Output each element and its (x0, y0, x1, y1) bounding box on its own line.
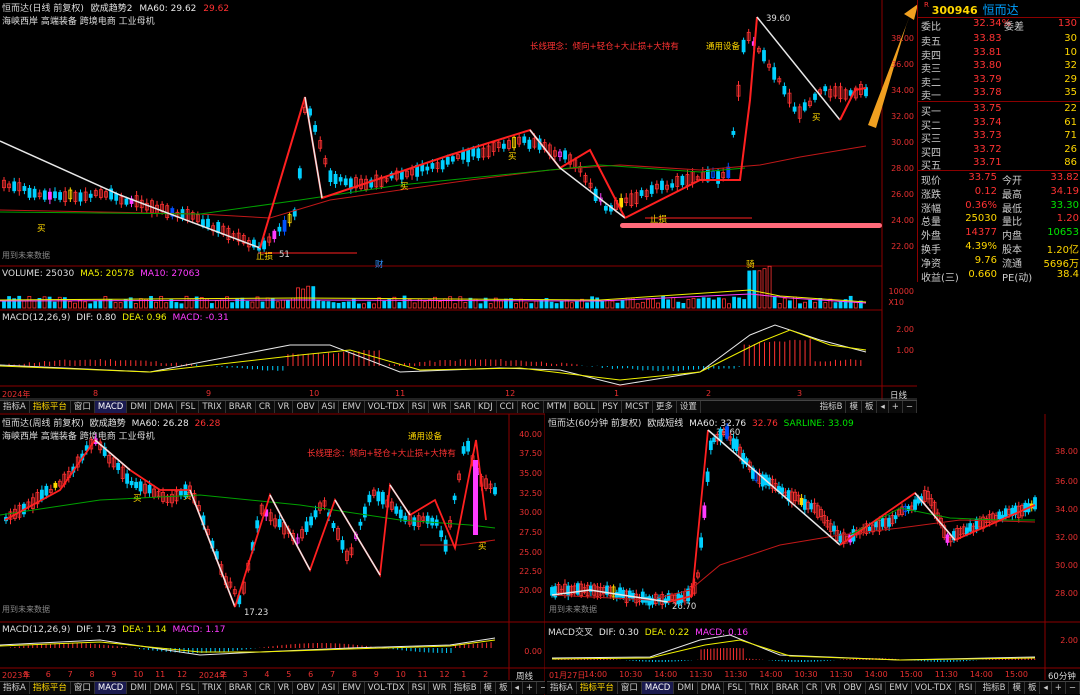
candle (734, 439, 739, 451)
min60-chart-canvas[interactable] (0, 0, 1080, 695)
candle (965, 527, 969, 535)
candle (712, 437, 716, 443)
candle (1003, 508, 1008, 517)
toolbar-tab[interactable]: RSI (956, 682, 977, 694)
toolbar-ctl-icon[interactable]: − (1066, 682, 1080, 694)
toolbar-tab[interactable]: 指标平台 (577, 682, 618, 694)
toolbar-tab[interactable]: FSL (724, 682, 747, 694)
toolbar-tab[interactable]: CR (803, 682, 822, 694)
toolbar-ctl-icon[interactable]: + (1052, 682, 1066, 694)
candle (647, 596, 652, 606)
candle (874, 521, 879, 528)
x-tick: 10:30 (619, 670, 643, 679)
trend-line (707, 429, 841, 546)
candle (705, 471, 710, 482)
min60-dea-label: DEA: 0.22 (644, 628, 690, 638)
candle (566, 585, 571, 597)
candle (887, 517, 892, 527)
x-tick: 01月27日 (549, 671, 586, 680)
toolbar-right-item[interactable]: 模 (1009, 682, 1025, 694)
trend-line (914, 492, 956, 541)
toolbar-tab[interactable]: DMA (698, 682, 725, 694)
candle (893, 515, 898, 520)
min60-y-tick: 38.00 (1055, 447, 1078, 456)
candle (802, 499, 807, 510)
candle (708, 440, 713, 451)
x-tick: 10:30 (794, 670, 818, 679)
candle (832, 525, 836, 532)
toolbar-tab[interactable]: BRAR (773, 682, 803, 694)
toolbar-tab[interactable]: TRIX (746, 682, 773, 694)
x-tick: 15:00 (899, 670, 923, 679)
candle (731, 438, 736, 449)
min60-indicator-toolbar: 指标A 指标平台 窗口 MACD DMI DMA FSL TRIX BRAR CR VR OBV ASI… (547, 681, 1080, 694)
x-tick: 11:30 (829, 670, 853, 679)
toolbar-right-item[interactable]: 板 (1025, 682, 1041, 694)
candle (640, 591, 645, 603)
min60-macd-tick: 2.00 (1060, 636, 1078, 645)
candle (1033, 497, 1037, 510)
min60-y-tick: 30.00 (1055, 561, 1078, 570)
toolbar-tab[interactable]: DMI (674, 682, 698, 694)
trend-line (667, 429, 709, 603)
candle (621, 589, 626, 599)
x-tick: 14:00 (654, 670, 678, 679)
x-tick: 14:00 (969, 670, 993, 679)
candle (550, 587, 554, 596)
toolbar-tab[interactable]: MACD (641, 682, 675, 694)
x-tick: 14:00 (584, 670, 608, 679)
min60-macd-label: MACD: 0.16 (695, 628, 749, 638)
candle (725, 426, 729, 439)
x-tick: 11:30 (724, 670, 748, 679)
min60-y-tick: 28.00 (1055, 589, 1078, 598)
toolbar-ctl-icon[interactable]: ◂ (1040, 682, 1052, 694)
toolbar-tab[interactable]: 指标A (547, 682, 577, 694)
candle (968, 523, 973, 532)
x-tick: 15:00 (1004, 670, 1028, 679)
candle (702, 505, 707, 518)
min60-y-tick: 34.00 (1055, 505, 1078, 514)
candle (997, 511, 1002, 520)
candle (576, 583, 580, 595)
candle (880, 518, 885, 527)
candle (945, 534, 950, 543)
toolbar-tab[interactable]: OBV (840, 682, 866, 694)
candle (618, 587, 622, 598)
toolbar-tab[interactable]: ASI (866, 682, 887, 694)
candle (799, 497, 804, 506)
toolbar-tab[interactable]: VOL-TDX (912, 682, 956, 694)
x-tick: 11:30 (689, 670, 713, 679)
candle (867, 526, 872, 532)
min60-macd-header: MACD交叉 DIF: 0.30 DEA: 0.22 MACD: 0.16 (548, 625, 748, 638)
toolbar-right-item[interactable]: 指标B (980, 682, 1010, 694)
min60-y-tick: 32.00 (1055, 533, 1078, 542)
min60-macd-title: MACD交叉 (548, 628, 593, 638)
candle (718, 428, 723, 442)
toolbar-tab[interactable]: 窗口 (618, 682, 642, 694)
min60-y-tick: 36.00 (1055, 477, 1078, 486)
x-tick: 14:00 (759, 670, 783, 679)
candle (809, 503, 814, 510)
candle (913, 499, 917, 510)
candle (699, 537, 704, 548)
x-tick: 14:00 (864, 670, 888, 679)
toolbar-tab[interactable]: VR (822, 682, 841, 694)
toolbar-tab[interactable]: EMV (886, 682, 912, 694)
min60-dif-label: DIF: 0.30 (598, 628, 639, 638)
x-tick: 11:30 (934, 670, 958, 679)
